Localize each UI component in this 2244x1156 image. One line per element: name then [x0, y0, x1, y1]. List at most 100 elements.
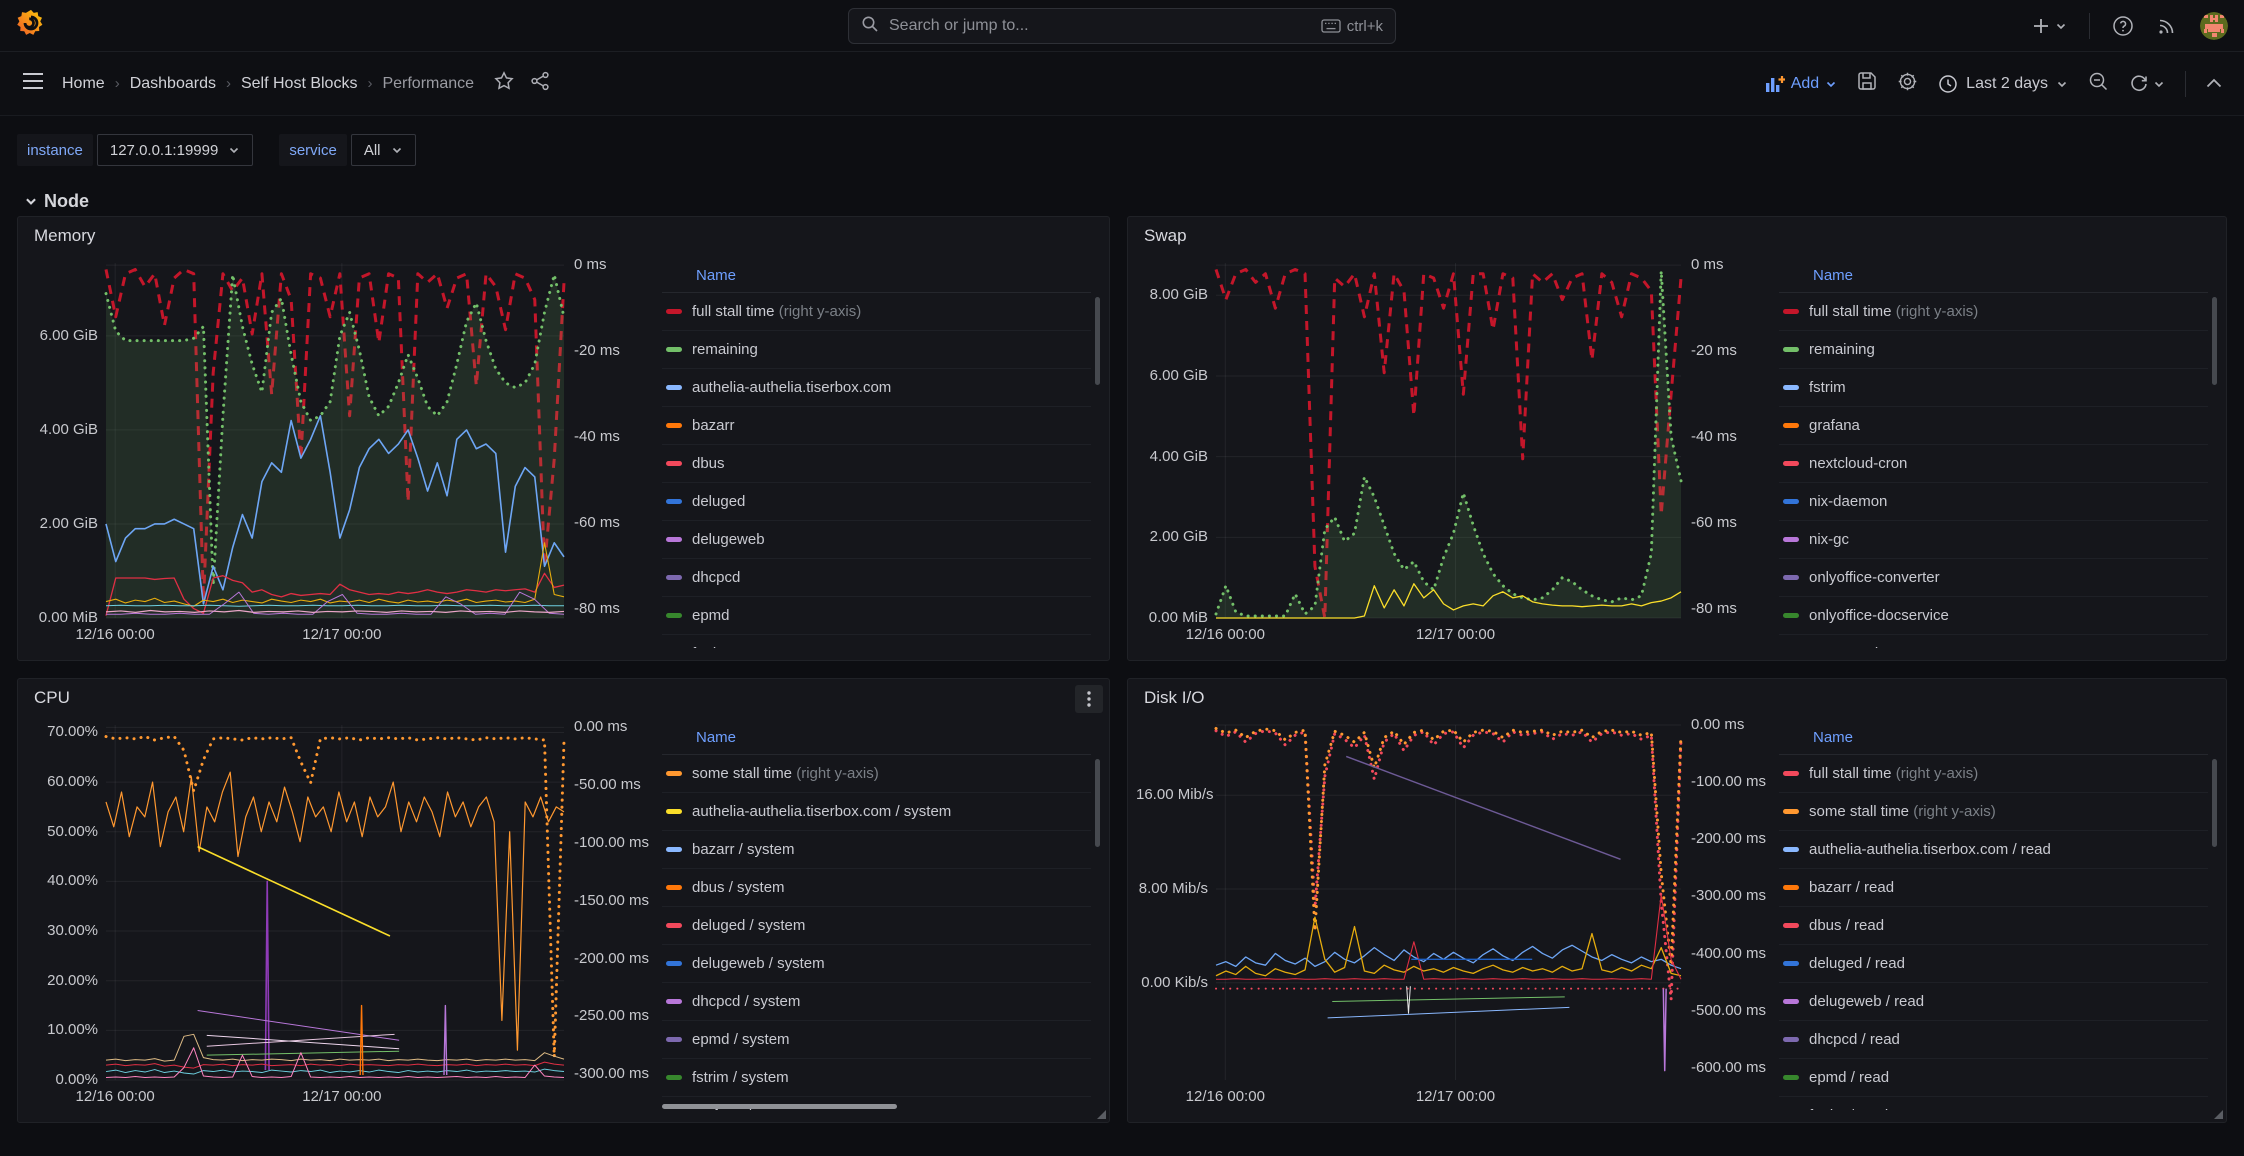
legend-item[interactable]: dbus [662, 445, 1091, 483]
help-button[interactable] [2112, 15, 2134, 37]
series-label: deluged / system [692, 917, 805, 934]
chart-area[interactable]: 0.00 Kib/s8.00 Mib/s16.00 Mib/s0.00 ms-1… [1136, 717, 1773, 1110]
share-button[interactable] [530, 71, 550, 96]
y-axis-right-tick: -150.00 ms [574, 893, 649, 909]
chevron-down-icon [24, 194, 38, 208]
legend-item[interactable]: dhcpcd / system [662, 983, 1091, 1021]
legend-item[interactable]: remaining [1779, 331, 2208, 369]
legend-header-name[interactable]: Name [1779, 259, 2208, 293]
breadcrumb-separator: › [226, 75, 231, 92]
legend-header-name[interactable]: Name [662, 721, 1091, 755]
series-label: delugeweb / system [692, 955, 825, 972]
legend-item[interactable]: fstrim / system [662, 1059, 1091, 1097]
variable-instance: instance 127.0.0.1:19999 [17, 134, 253, 166]
x-axis-tick: 12/17 00:00 [1416, 626, 1495, 643]
legend-item[interactable]: authelia-authelia.tiserbox.com / read [1779, 831, 2208, 869]
legend-item[interactable]: authelia-authelia.tiserbox.com [662, 369, 1091, 407]
legend-item[interactable]: delugeweb / read [1779, 983, 2208, 1021]
legend-scrollbar-horizontal[interactable] [662, 1104, 897, 1109]
legend-item[interactable]: deluged / system [662, 907, 1091, 945]
favorite-star-button[interactable] [494, 71, 514, 96]
legend-item[interactable]: dbus / read [1779, 907, 2208, 945]
legend-item[interactable]: bazarr / read [1779, 869, 2208, 907]
series-color-swatch [666, 499, 682, 504]
series-label: fstrim [1809, 379, 1846, 396]
legend-item[interactable]: delugeweb [662, 521, 1091, 559]
y-axis-right-tick: -40 ms [1691, 429, 1737, 445]
panel-resize-handle[interactable] [2214, 1110, 2223, 1119]
variable-value-service[interactable]: All [351, 134, 416, 166]
x-axis-tick: 12/17 00:00 [302, 626, 381, 643]
chart-area[interactable]: 0.00%10.00%20.00%30.00%40.00%50.00%60.00… [26, 717, 656, 1110]
legend-item[interactable]: bazarr / system [662, 831, 1091, 869]
legend-item[interactable]: bazarr [662, 407, 1091, 445]
panel-title[interactable]: Disk I/O [1144, 688, 1204, 708]
panel-resize-handle[interactable] [1097, 1110, 1106, 1119]
y-axis-left-tick: 2.00 GiB [1136, 529, 1208, 545]
keyboard-shortcut: ctrl+k [1321, 18, 1383, 35]
row-node-toggle[interactable]: Node [0, 166, 2244, 212]
chart-area[interactable]: 0.00 MiB2.00 GiB4.00 GiB6.00 GiB0 ms-20 … [26, 255, 656, 648]
breadcrumb-dashboards[interactable]: Dashboards [130, 75, 216, 93]
series-label: full stall time (right y-axis) [692, 303, 861, 320]
chart-area[interactable]: 0.00 MiB2.00 GiB4.00 GiB6.00 GiB8.00 GiB… [1136, 255, 1773, 648]
legend-item[interactable]: full stall time (right y-axis) [1779, 755, 2208, 793]
save-dashboard-button[interactable] [1857, 71, 1877, 96]
legend-header-name[interactable]: Name [662, 259, 1091, 293]
legend-item[interactable]: epmd / read [1779, 1059, 2208, 1097]
legend-item[interactable]: some stall time (right y-axis) [1779, 793, 2208, 831]
panel-title[interactable]: Memory [34, 226, 95, 246]
y-axis-left-tick: 0.00 MiB [26, 610, 98, 626]
breadcrumb-home[interactable]: Home [62, 75, 105, 93]
legend-item[interactable]: onlyoffice-converter [1779, 559, 2208, 597]
legend-item[interactable]: dhcpcd / read [1779, 1021, 2208, 1059]
legend-item[interactable]: deluged [662, 483, 1091, 521]
refresh-button[interactable] [2129, 74, 2165, 94]
news-button[interactable] [2156, 15, 2178, 37]
legend-scrollbar-vertical[interactable] [2212, 759, 2217, 847]
legend-scrollbar-vertical[interactable] [1095, 297, 1100, 385]
variable-value-instance[interactable]: 127.0.0.1:19999 [97, 134, 253, 166]
legend-item[interactable]: remaining [662, 331, 1091, 369]
panel-menu-icon[interactable] [1075, 685, 1103, 713]
legend-item[interactable]: full stall time (right y-axis) [662, 293, 1091, 331]
legend-item[interactable]: nextcloud-cron [1779, 445, 2208, 483]
legend-item[interactable]: nix-daemon [1779, 483, 2208, 521]
dashboard-settings-button[interactable] [1897, 71, 1918, 97]
y-axis-left-tick: 20.00% [26, 973, 98, 989]
collapse-toolbar-button[interactable] [2206, 75, 2222, 93]
grafana-logo[interactable] [16, 8, 46, 43]
zoom-out-time-button[interactable] [2088, 71, 2109, 97]
panel-title[interactable]: Swap [1144, 226, 1187, 246]
panel-title[interactable]: CPU [34, 688, 70, 708]
mega-menu-toggle[interactable] [22, 72, 44, 95]
add-panel-button[interactable]: Add [1765, 75, 1837, 93]
legend-item[interactable]: postgresql [1779, 635, 2208, 648]
legend-item[interactable]: onlyoffice-docservice [1779, 597, 2208, 635]
legend-item[interactable]: epmd / system [662, 1021, 1091, 1059]
legend-item[interactable]: epmd [662, 597, 1091, 635]
legend-item[interactable]: nix-gc [1779, 521, 2208, 559]
legend-item[interactable]: authelia-authelia.tiserbox.com / system [662, 793, 1091, 831]
legend-item[interactable]: delugeweb / system [662, 945, 1091, 983]
series-label: dhcpcd / read [1809, 1031, 1900, 1048]
legend-item[interactable]: grafana [1779, 407, 2208, 445]
legend-item[interactable]: fstrim [1779, 369, 2208, 407]
legend-item[interactable]: some stall time (right y-axis) [662, 755, 1091, 793]
user-avatar[interactable] [2200, 12, 2228, 40]
legend-header-name[interactable]: Name [1779, 721, 2208, 755]
legend-item[interactable]: deluged / read [1779, 945, 2208, 983]
breadcrumb-folder[interactable]: Self Host Blocks [241, 75, 357, 93]
new-button[interactable] [2031, 16, 2067, 36]
legend-item[interactable]: dbus / system [662, 869, 1091, 907]
legend-item[interactable]: full stall time (right y-axis) [1779, 293, 2208, 331]
search-input[interactable]: Search or jump to... ctrl+k [848, 8, 1396, 44]
legend-scrollbar-vertical[interactable] [1095, 759, 1100, 847]
legend-scrollbar-vertical[interactable] [2212, 297, 2217, 385]
legend-item[interactable]: fstrim / read [1779, 1097, 2208, 1110]
legend-item[interactable]: dhcpcd [662, 559, 1091, 597]
legend-item[interactable]: fstrim [662, 635, 1091, 648]
time-range-picker[interactable]: Last 2 days [1938, 74, 2068, 94]
series-color-swatch [1783, 771, 1799, 776]
series-color-swatch [666, 347, 682, 352]
